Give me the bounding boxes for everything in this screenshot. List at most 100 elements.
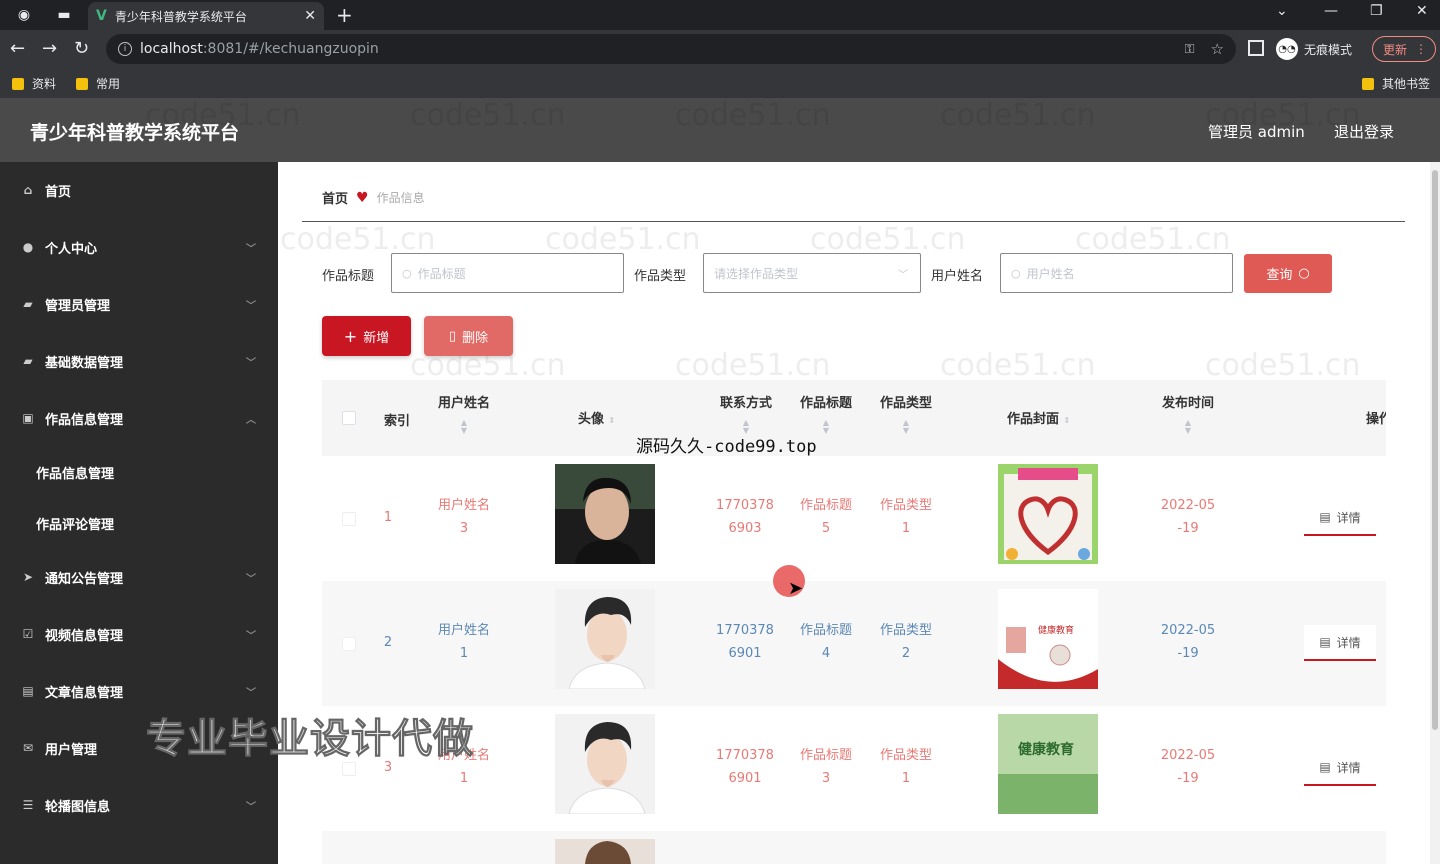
site-info-icon[interactable]: i: [118, 42, 132, 56]
sidebar-item-video[interactable]: ☑ 视频信息管理 ﹀: [0, 614, 278, 654]
browser-tab[interactable]: V 青少年科普教学系统平台 ✕: [88, 2, 324, 30]
update-button[interactable]: 更新 ⋮: [1372, 36, 1436, 62]
header-username-label: 用户姓名: [437, 396, 490, 411]
select-all-checkbox[interactable]: [342, 411, 356, 425]
table-row: 2 用户姓名 1 1770378 6901 作品标题 4 作品类型 2 健康教育 202…: [322, 581, 1386, 706]
submenu-works-comments[interactable]: 作品评论管理: [36, 514, 114, 533]
row-type: 作品类型 2: [876, 619, 936, 665]
time-text: 2022-05: [1160, 623, 1216, 638]
detail-label: 详情: [1336, 635, 1361, 650]
restore-icon[interactable]: ❐: [1370, 3, 1383, 19]
detail-label: 详情: [1336, 510, 1361, 525]
bookmark-folder-0[interactable]: 资料: [12, 75, 56, 92]
chevron-up-icon: ︿: [246, 414, 256, 426]
new-tab-icon[interactable]: +: [336, 3, 353, 27]
phone-text: 1770378: [716, 623, 774, 638]
filter-user-label: 用户姓名: [931, 269, 984, 284]
bookmark-label: 常用: [96, 77, 121, 91]
title-search-input[interactable]: ○ 作品标题: [391, 253, 624, 293]
detail-button[interactable]: ▤ 详情: [1304, 500, 1376, 536]
sidebar-item-article[interactable]: ▤ 文章信息管理 ﹀: [0, 671, 278, 711]
cover-image: [998, 464, 1098, 564]
delete-button[interactable]: ▯ 删除: [424, 316, 513, 356]
other-bookmarks[interactable]: 其他书签: [1362, 75, 1430, 92]
type-placeholder: 请选择作品类型: [714, 266, 799, 281]
row-checkbox[interactable]: [342, 637, 356, 651]
row-checkbox[interactable]: [342, 512, 356, 526]
detail-button[interactable]: ▤ 详情: [1304, 750, 1376, 786]
bookmark-star-icon[interactable]: ☆: [1211, 40, 1224, 58]
folder-icon: [1362, 77, 1374, 90]
search-icon: ○: [402, 266, 412, 280]
header-index: 索引: [384, 414, 411, 429]
window-close-icon[interactable]: ✕: [1416, 3, 1428, 19]
page-scrollbar[interactable]: [1430, 162, 1440, 864]
row-cover: [998, 464, 1098, 564]
type-select[interactable]: 请选择作品类型 ﹀: [703, 253, 921, 293]
more-menu-icon: ⋮: [1415, 42, 1428, 56]
type-text: 作品类型: [879, 623, 932, 638]
header-type[interactable]: 作品类型 ▲ ▼: [876, 392, 936, 435]
user-placeholder: 用户姓名: [1026, 266, 1075, 281]
avatar-image: [555, 589, 655, 689]
sort-icon: ▲ ▼: [1184, 418, 1192, 435]
home-icon: ⌂: [23, 183, 33, 197]
phone-text: 1770378: [716, 498, 774, 513]
promo-watermark: 专业毕业设计代做: [146, 716, 474, 763]
back-icon[interactable]: ←: [10, 38, 25, 59]
cover-image: 健康教育: [998, 589, 1098, 689]
username-number: 3: [459, 521, 469, 536]
row-username: 用户姓名 3: [433, 494, 495, 540]
row-phone: 1770378 6903: [715, 494, 775, 540]
filter-title-label: 作品标题: [322, 269, 375, 284]
detail-button[interactable]: ▤ 详情: [1304, 625, 1376, 661]
vue-logo-icon: V: [96, 8, 107, 24]
sidebar-item-home[interactable]: ⌂ 首页: [0, 170, 278, 210]
tab-strip-icon[interactable]: ▬: [54, 5, 74, 25]
sidebar-item-carousel[interactable]: ☰ 轮播图信息 ﹀: [0, 785, 278, 825]
url-input[interactable]: i localhost:8081/#/kechuangzuopin ⚿ ☆: [106, 34, 1236, 64]
sidebar-item-profile[interactable]: ● 个人中心 ﹀: [0, 227, 278, 267]
header-phone[interactable]: 联系方式 ▲ ▼: [716, 392, 776, 435]
row-checkbox[interactable]: [342, 762, 356, 776]
sort-icon: ▲ ▼: [902, 418, 910, 435]
row-title: 作品标题 3: [796, 744, 856, 790]
breadcrumb-home[interactable]: 首页: [322, 188, 348, 207]
sidebar-item-notice[interactable]: ➤ 通知公告管理 ﹀: [0, 557, 278, 597]
browser-logo-icon: ◉: [17, 7, 31, 23]
sidebar-item-label: 作品信息管理: [45, 412, 124, 428]
user-search-input[interactable]: ○ 用户姓名: [1000, 253, 1233, 293]
row-time: 2022-05 -19: [1158, 744, 1218, 790]
scrollbar-thumb[interactable]: [1432, 170, 1438, 730]
tab-close-icon[interactable]: ✕: [304, 8, 316, 24]
sidebar-item-admins[interactable]: ▰ 管理员管理 ﹀: [0, 284, 278, 324]
header-username[interactable]: 用户姓名 ▲ ▼: [434, 392, 494, 435]
side-panel-icon[interactable]: [1248, 40, 1264, 56]
title-placeholder: 作品标题: [417, 266, 466, 281]
reload-icon[interactable]: ↻: [74, 38, 89, 59]
logout-link[interactable]: 退出登录: [1334, 121, 1394, 142]
header-title[interactable]: 作品标题 ▲ ▼: [796, 392, 856, 435]
tab-search-icon[interactable]: ⌄: [1276, 3, 1288, 19]
bookmark-folder-1[interactable]: 常用: [76, 75, 120, 92]
title-text: 作品标题: [799, 748, 852, 763]
sidebar-item-basedata[interactable]: ▰ 基础数据管理 ﹀: [0, 341, 278, 381]
add-button[interactable]: + 新增: [322, 316, 411, 356]
forward-icon[interactable]: →: [42, 38, 57, 59]
minimize-icon[interactable]: —: [1324, 3, 1338, 19]
title-number: 5: [821, 521, 831, 536]
incognito-indicator[interactable]: ◔◔ 无痕模式: [1276, 38, 1352, 60]
password-key-icon[interactable]: ⚿: [1185, 42, 1195, 57]
header-cover[interactable]: 作品封面 ⇕: [1007, 408, 1070, 427]
submenu-works-info[interactable]: 作品信息管理: [36, 463, 114, 482]
row-type: 作品类型 1: [876, 494, 936, 540]
check-icon: ☑: [22, 627, 34, 641]
search-button[interactable]: 查询 ○: [1244, 254, 1332, 293]
sidebar-item-works[interactable]: ▣ 作品信息管理 ︿: [0, 398, 278, 438]
sidebar-item-label: 视频信息管理: [45, 628, 124, 644]
header-avatar[interactable]: 头像 ⇕: [578, 408, 615, 427]
username-number: 1: [459, 646, 469, 661]
type-text: 作品类型: [879, 498, 932, 513]
url-host: localhost: [140, 41, 203, 57]
header-time[interactable]: 发布时间 ▲ ▼: [1158, 392, 1218, 435]
